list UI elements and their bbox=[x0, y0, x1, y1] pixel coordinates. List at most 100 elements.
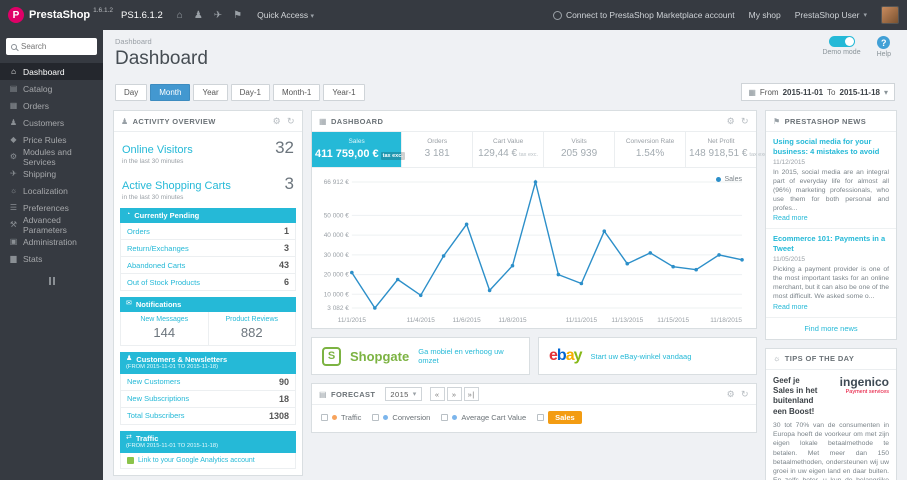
news-article-title[interactable]: Ecommerce 101: Payments in a Tweet bbox=[773, 234, 889, 254]
customers-row[interactable]: Total Subscribers 1308 bbox=[120, 407, 296, 425]
kpi-orders[interactable]: Orders 3 181 bbox=[402, 132, 474, 167]
range-year-1-button[interactable]: Year-1 bbox=[323, 83, 365, 101]
sidebar-item-shipping[interactable]: ✈ Shipping bbox=[0, 165, 103, 182]
shop-name[interactable]: PS1.6.1.2 bbox=[121, 10, 163, 21]
active-carts-block: Active Shopping Carts 3 in the last 30 m… bbox=[114, 168, 302, 204]
marketplace-link[interactable]: Connect to PrestaShop Marketplace accoun… bbox=[552, 10, 735, 20]
ebay-promo[interactable]: ebay Start uw eBay-winkel vandaag bbox=[538, 337, 757, 375]
sidebar-item-price-rules[interactable]: ◆ Price Rules bbox=[0, 131, 103, 148]
pending-row[interactable]: Return/Exchanges 3 bbox=[120, 240, 296, 257]
row-label[interactable]: Out of Stock Products bbox=[127, 278, 200, 287]
kpi-sales[interactable]: Sales 411 759,00 € tax exc. bbox=[312, 132, 405, 167]
last-icon[interactable]: »| bbox=[463, 387, 479, 401]
pending-row[interactable]: Abandoned Carts 43 bbox=[120, 257, 296, 274]
range-day-button[interactable]: Day bbox=[115, 83, 148, 101]
my-shop-link[interactable]: My shop bbox=[749, 10, 781, 20]
onboarding-icon[interactable]: ⚑ bbox=[233, 10, 242, 21]
active-carts-link[interactable]: Active Shopping Carts bbox=[122, 180, 231, 192]
demo-mode-control[interactable]: Demo mode bbox=[822, 36, 861, 58]
messages-icon[interactable]: ✈ bbox=[214, 10, 222, 21]
find-more-news-link[interactable]: Find more news bbox=[766, 318, 896, 339]
sidebar-item-administration[interactable]: ▣ Administration bbox=[0, 233, 103, 250]
row-label[interactable]: New Subscriptions bbox=[127, 394, 189, 403]
google-analytics-row[interactable]: Link to your Google Analytics account bbox=[120, 452, 296, 469]
sidebar-item-stats[interactable]: ▆ Stats bbox=[0, 250, 103, 267]
sidebar-item-label: Preferences bbox=[23, 202, 69, 213]
read-more-link[interactable]: Read more bbox=[773, 304, 889, 311]
product-reviews-cell[interactable]: Product Reviews 882 bbox=[209, 312, 296, 345]
checkbox-icon[interactable] bbox=[372, 414, 380, 421]
logo-text[interactable]: PrestaShop bbox=[29, 9, 90, 21]
kpi-visits[interactable]: Visits 205 939 bbox=[544, 132, 616, 167]
sidebar-item-customers[interactable]: ♟ Customers bbox=[0, 114, 103, 131]
row-label[interactable]: Total Subscribers bbox=[127, 411, 185, 420]
kpi-net-profit[interactable]: Net Profit 148 918,51 € tax exc. bbox=[686, 132, 768, 167]
employees-icon[interactable]: ♟ bbox=[194, 10, 203, 21]
shop-icon[interactable]: ⌂ bbox=[177, 10, 183, 21]
kpi-cart-value[interactable]: Cart Value 129,44 € tax exc. bbox=[473, 132, 545, 167]
search-input[interactable] bbox=[21, 42, 92, 51]
online-visitors-link[interactable]: Online Visitors bbox=[122, 144, 193, 156]
checkbox-icon[interactable] bbox=[321, 414, 328, 421]
range-day-1-button[interactable]: Day-1 bbox=[230, 83, 270, 101]
sidebar-item-catalog[interactable]: ▤ Catalog bbox=[0, 80, 103, 97]
legend-conversion[interactable]: Conversion bbox=[372, 413, 430, 422]
pending-row[interactable]: Orders 1 bbox=[120, 223, 296, 240]
row-label[interactable]: Orders bbox=[127, 227, 150, 236]
chart-legend[interactable]: Sales bbox=[716, 176, 742, 183]
pending-row[interactable]: Out of Stock Products 6 bbox=[120, 274, 296, 291]
module-promos: S Shopgate Ga mobiel en verhoog uw omzet… bbox=[311, 337, 757, 375]
shopgate-promo[interactable]: S Shopgate Ga mobiel en verhoog uw omzet bbox=[311, 337, 530, 375]
legend-traffic[interactable]: Traffic bbox=[321, 413, 361, 422]
news-article-title[interactable]: Using social media for your business: 4 … bbox=[773, 137, 889, 157]
user-menu[interactable]: PrestaShop User ▾ bbox=[795, 10, 867, 20]
checkbox-icon[interactable] bbox=[441, 414, 449, 421]
customers-row[interactable]: New Customers 90 bbox=[120, 373, 296, 391]
ingenico-brand: ingenico bbox=[839, 374, 889, 389]
prestashop-logo[interactable]: P bbox=[8, 7, 24, 23]
row-label[interactable]: Return/Exchanges bbox=[127, 244, 189, 253]
ebay-link[interactable]: Start uw eBay-winkel vandaag bbox=[591, 352, 692, 361]
sidebar-item-advanced-parameters[interactable]: ⚒ Advanced Parameters bbox=[0, 215, 103, 235]
gear-icon[interactable]: ⚙ bbox=[727, 389, 735, 400]
user-avatar[interactable] bbox=[881, 6, 899, 24]
help-control[interactable]: ? Help bbox=[877, 36, 891, 58]
refresh-icon[interactable]: ↻ bbox=[287, 116, 295, 127]
sidebar-item-preferences[interactable]: ☰ Preferences bbox=[0, 199, 103, 216]
help-icon[interactable]: ? bbox=[877, 36, 891, 49]
customers-row[interactable]: New Subscriptions 18 bbox=[120, 390, 296, 408]
range-month-1-button[interactable]: Month-1 bbox=[272, 83, 321, 101]
demo-mode-toggle[interactable] bbox=[828, 36, 855, 47]
refresh-icon[interactable]: ↻ bbox=[741, 116, 749, 127]
sidebar-item-dashboard[interactable]: ⌂ Dashboard bbox=[0, 63, 103, 80]
sidebar-item-localization[interactable]: ☼ Localization bbox=[0, 182, 103, 199]
quick-access-menu[interactable]: Quick Access ▾ bbox=[257, 10, 314, 20]
row-label[interactable]: Abandoned Carts bbox=[127, 261, 185, 270]
cell-label: New Messages bbox=[140, 316, 189, 323]
kpi-conversion-rate[interactable]: Conversion Rate 1.54% bbox=[615, 132, 687, 167]
year-select[interactable]: 2015 ▾ bbox=[385, 387, 422, 401]
legend-sales[interactable]: Sales bbox=[537, 411, 582, 424]
analytics-link[interactable]: Link to your Google Analytics account bbox=[138, 457, 255, 464]
sidebar-item-modules[interactable]: ⚙ Modules and Services bbox=[0, 147, 103, 167]
read-more-link[interactable]: Read more bbox=[773, 215, 889, 222]
next-icon[interactable]: » bbox=[446, 387, 462, 401]
gear-icon[interactable]: ⚙ bbox=[727, 116, 735, 127]
range-month-button[interactable]: Month bbox=[150, 83, 191, 101]
legend-average-cart-value[interactable]: Average Cart Value bbox=[441, 413, 526, 422]
sales-pill[interactable]: Sales bbox=[548, 411, 582, 424]
from-label: From bbox=[759, 87, 779, 97]
new-messages-cell[interactable]: New Messages 144 bbox=[121, 312, 209, 345]
dashboard-panel: ▦ DASHBOARD ⚙ ↻ Sales 411 759,00 € tax exc… bbox=[311, 110, 768, 329]
prev-icon[interactable]: « bbox=[429, 387, 445, 401]
sidebar-collapse-handle[interactable] bbox=[0, 277, 103, 285]
gear-icon[interactable]: ⚙ bbox=[273, 116, 281, 127]
range-year-button[interactable]: Year bbox=[193, 83, 228, 101]
sidebar-search[interactable] bbox=[6, 38, 97, 55]
checkbox-icon[interactable] bbox=[537, 414, 545, 421]
row-label[interactable]: New Customers bbox=[127, 377, 180, 386]
date-range-picker[interactable]: ▦ From 2015-11-01 To 2015-11-18 ▾ bbox=[741, 83, 895, 101]
shopgate-link[interactable]: Ga mobiel en verhoog uw omzet bbox=[418, 347, 519, 365]
sidebar-item-orders[interactable]: ▦ Orders bbox=[0, 97, 103, 114]
refresh-icon[interactable]: ↻ bbox=[741, 389, 749, 400]
